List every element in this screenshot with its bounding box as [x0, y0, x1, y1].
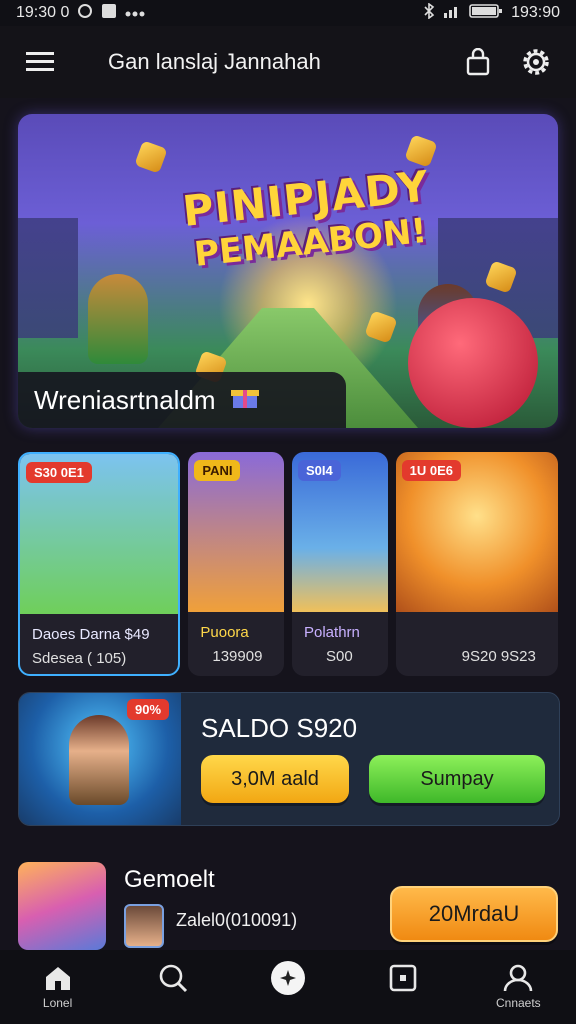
signal-icon	[443, 4, 461, 23]
nav-label-profile: Cnnaets	[495, 996, 541, 1010]
saldo-title: SALDO S920	[201, 713, 358, 743]
gift-icon	[230, 384, 260, 417]
circle-icon	[77, 3, 93, 24]
card-title: Puoora	[200, 624, 249, 641]
card-subtitle: 139909	[212, 648, 263, 665]
saldo-panel: 90% SALDO S920 3,0M aald Sumpay	[18, 692, 560, 826]
card-title: Polathrn	[304, 624, 360, 641]
game-action-button[interactable]: 20MrdaU	[390, 886, 558, 942]
more-dots-icon	[125, 4, 145, 22]
card-badge: 1U 0E6	[401, 460, 461, 481]
status-time-left: 19:30 0	[16, 4, 70, 21]
gear-icon[interactable]	[516, 42, 556, 82]
promo-card[interactable]: S30 0E1 Daoes Darna $49 Sdesea ( 105)	[18, 452, 181, 676]
promo-card[interactable]: 1U 0E6 9S20 9S23	[395, 452, 558, 676]
card-subtitle: S00	[326, 648, 353, 665]
hero-caption: Wreniasrtnaldm	[18, 372, 346, 428]
hero-ball	[408, 298, 538, 428]
bluetooth-icon	[423, 1, 435, 24]
hero-banner[interactable]: PINIPJADY PEMAABON! Wreniasrtnaldm	[18, 114, 558, 428]
card-title: Daoes Darna $49	[32, 626, 150, 643]
saldo-character	[69, 715, 129, 805]
menu-icon[interactable]	[20, 42, 60, 82]
game-detail: Zalel0(010091)	[176, 910, 298, 930]
app-notification-icon	[101, 3, 117, 24]
status-bar: 19:30 0 193:90	[0, 0, 576, 26]
square-icon	[389, 964, 417, 992]
card-badge: PANI	[194, 460, 241, 481]
card-subtitle: 9S20 9S23	[461, 648, 536, 665]
avatar	[124, 904, 164, 948]
battery-icon	[469, 3, 503, 24]
coin-icon	[134, 140, 168, 174]
card-subtitle: Sdesea ( 105)	[32, 650, 127, 667]
nav-item-center[interactable]	[243, 961, 333, 1013]
promo-card[interactable]: PANI Puoora 139909	[188, 452, 284, 676]
home-icon	[45, 967, 70, 990]
card-row: S30 0E1 Daoes Darna $49 Sdesea ( 105) PA…	[18, 452, 558, 676]
center-action-icon	[270, 961, 305, 995]
hero-caption-text: Wreniasrtnaldm	[34, 384, 216, 415]
hero-character-left	[88, 274, 148, 364]
saldo-green-button[interactable]: Sumpay	[369, 755, 545, 803]
card-badge: S0I4	[298, 460, 341, 481]
nav-item-search[interactable]	[128, 963, 218, 1011]
saldo-yellow-button[interactable]: 3,0M aald	[201, 755, 349, 803]
bottom-nav: Lonel Cnnaets	[0, 950, 576, 1024]
nav-label-home: Lonel	[42, 996, 73, 1010]
saldo-badge: 90%	[127, 699, 170, 720]
status-time-right: 193:90	[511, 4, 560, 21]
card-badge: S30 0E1	[26, 462, 92, 483]
app-header: Gan lanslaj Jannahah	[0, 26, 576, 98]
nav-item-square[interactable]	[358, 964, 448, 1010]
game-thumbnail	[18, 862, 106, 950]
page-title: Gan lanslaj Jannahah	[108, 49, 321, 74]
profile-icon	[504, 964, 533, 992]
search-icon	[159, 964, 187, 993]
nav-item-home[interactable]: Lonel	[13, 964, 103, 1010]
shopping-bag-icon[interactable]	[458, 42, 498, 82]
promo-card[interactable]: S0I4 Polathrn S00	[292, 452, 388, 676]
game-title: Gemoelt	[124, 866, 215, 893]
game-row[interactable]: Gemoelt Zalel0(010091) 20MrdaU	[18, 860, 558, 950]
nav-item-profile[interactable]: Cnnaets	[473, 964, 563, 1010]
